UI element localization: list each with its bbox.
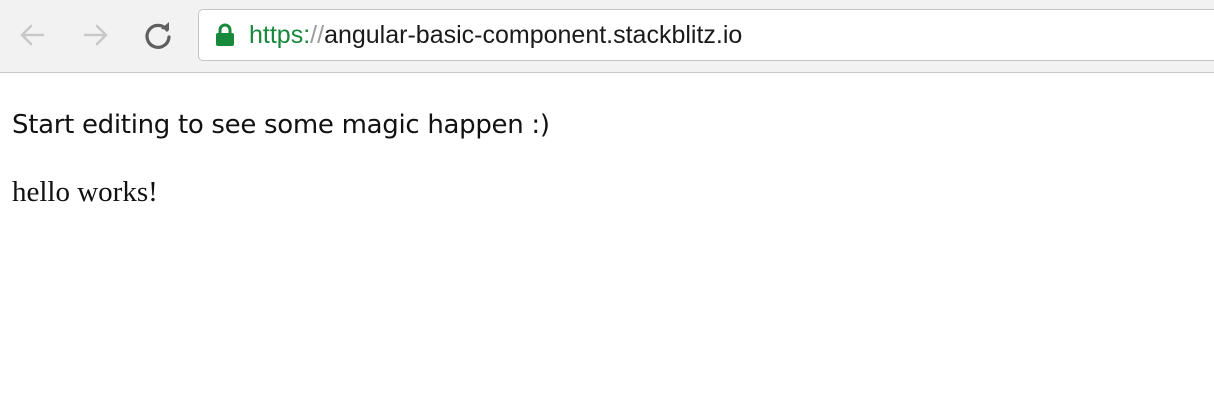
address-bar[interactable]: https://angular-basic-component.stackbli… — [198, 9, 1214, 61]
url-scheme: https: — [249, 20, 311, 49]
url-host: angular-basic-component.stackblitz.io — [324, 20, 743, 49]
back-button[interactable] — [14, 17, 50, 53]
arrow-left-icon — [17, 20, 47, 50]
hello-component-text: hello works! — [12, 176, 158, 208]
page-heading: Start editing to see some magic happen :… — [12, 110, 550, 140]
reload-icon — [142, 19, 174, 51]
url-separator: // — [310, 20, 325, 49]
arrow-right-icon — [81, 20, 111, 50]
page-content: Start editing to see some magic happen :… — [0, 74, 1214, 400]
reload-button[interactable] — [140, 17, 176, 53]
forward-button[interactable] — [78, 17, 114, 53]
lock-icon — [213, 21, 237, 49]
browser-toolbar: https://angular-basic-component.stackbli… — [0, 0, 1214, 73]
address-url: https://angular-basic-component.stackbli… — [249, 21, 742, 50]
